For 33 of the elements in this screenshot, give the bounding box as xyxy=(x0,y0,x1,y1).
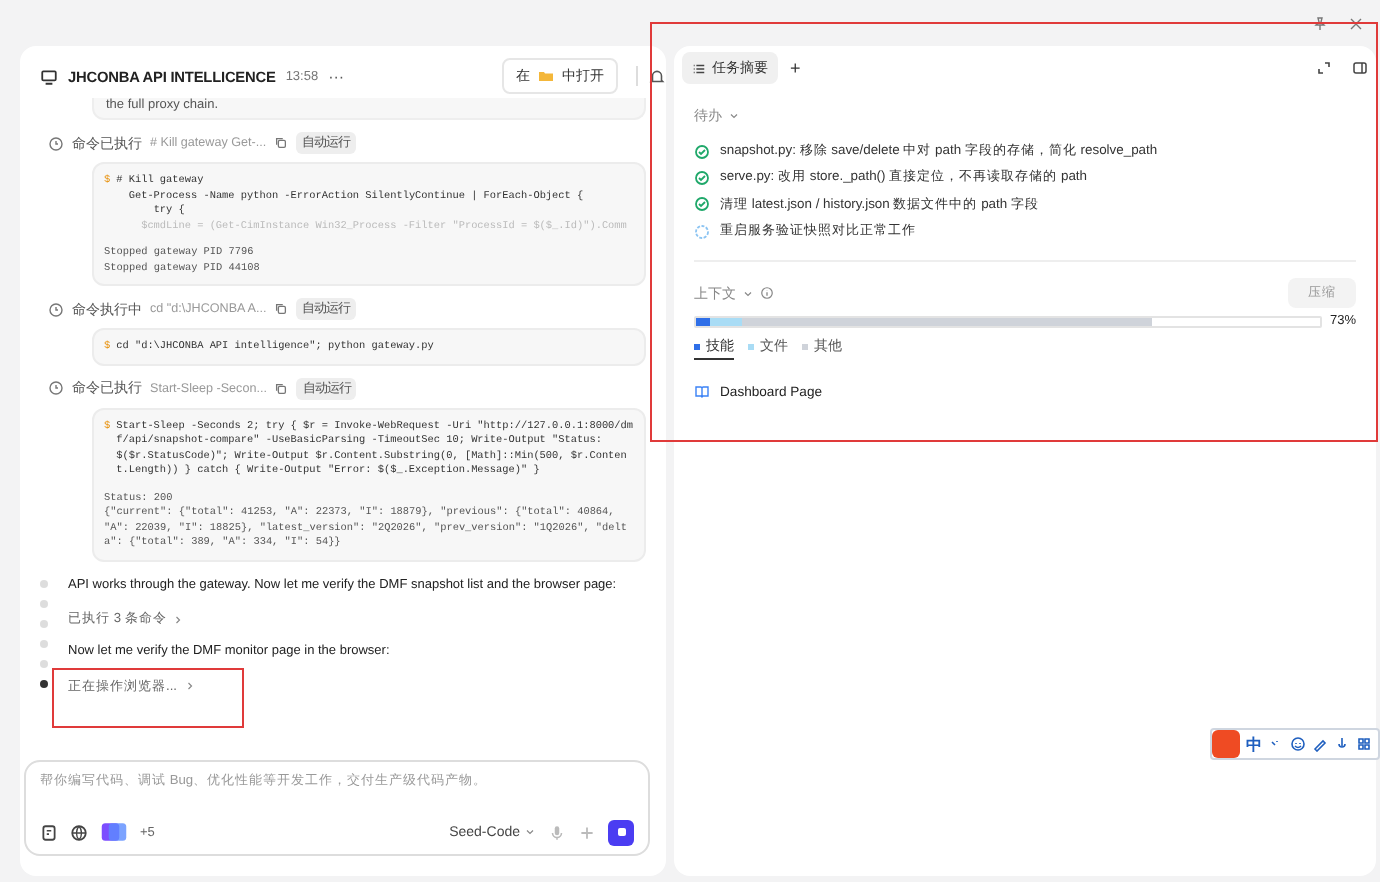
timeline-dot[interactable] xyxy=(40,660,48,668)
timeline-dot[interactable] xyxy=(40,580,48,588)
attachment-icon[interactable] xyxy=(40,823,58,841)
caret-icon[interactable] xyxy=(728,110,740,122)
folder-icon xyxy=(538,68,554,84)
copy-icon[interactable] xyxy=(274,302,289,317)
timeline-dot[interactable] xyxy=(40,600,48,608)
clock-icon xyxy=(48,301,64,318)
copy-icon[interactable] xyxy=(274,381,289,396)
pin-icon[interactable] xyxy=(1312,15,1328,31)
globe-icon[interactable] xyxy=(70,823,88,841)
timeline-dot[interactable] xyxy=(40,640,48,648)
close-icon[interactable] xyxy=(1348,15,1364,31)
stop-button[interactable] xyxy=(608,819,634,845)
timeline-dot[interactable] xyxy=(40,620,48,628)
caret-icon xyxy=(524,826,536,838)
copy-icon[interactable] xyxy=(274,136,289,150)
add-tab-button[interactable]: + xyxy=(790,58,801,78)
clock-icon xyxy=(48,380,64,397)
expand-icon[interactable] xyxy=(1316,60,1332,76)
caret-icon[interactable] xyxy=(742,287,754,300)
app-stack-icon[interactable] xyxy=(100,818,128,846)
list-icon xyxy=(692,61,706,75)
clock-icon xyxy=(48,135,64,151)
timeline-dot[interactable] xyxy=(40,680,48,688)
more-button[interactable]: ··· xyxy=(328,67,345,85)
bell-icon[interactable] xyxy=(648,67,666,85)
monitor-icon xyxy=(40,67,58,85)
sidebar-icon[interactable] xyxy=(1352,60,1368,76)
book-icon xyxy=(694,384,710,401)
chevron-icon xyxy=(172,613,185,626)
chevron-icon xyxy=(183,680,195,693)
info-icon[interactable] xyxy=(760,286,774,301)
